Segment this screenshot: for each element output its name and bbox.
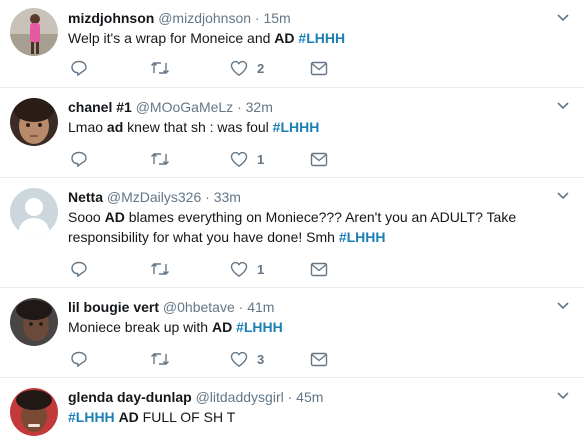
avatar[interactable] (10, 298, 58, 346)
direct-message-button[interactable] (310, 58, 328, 78)
like-button[interactable]: 3 (230, 349, 264, 369)
tweet[interactable]: chanel #1 @MOoGaMeLz · 32m Lmao ad knew … (0, 88, 584, 178)
display-name[interactable]: mizdjohnson (68, 10, 154, 26)
like-count: 2 (257, 60, 265, 76)
retweet-button[interactable] (150, 259, 170, 279)
display-name[interactable]: lil bougie vert (68, 299, 159, 315)
chevron-down-icon[interactable] (556, 298, 570, 312)
retweet-icon (151, 263, 169, 275)
user-handle[interactable]: @mizdjohnson (158, 10, 251, 26)
separator-dot: · (205, 189, 210, 205)
tweet[interactable]: Netta @MzDailys326 · 33m Sooo AD blames … (0, 178, 584, 288)
envelope-icon (310, 152, 328, 166)
user-handle[interactable]: @0hbetave (163, 299, 235, 315)
like-button[interactable]: 1 (230, 259, 264, 279)
reply-button[interactable] (70, 149, 88, 169)
envelope-icon (310, 262, 328, 276)
reply-button[interactable] (70, 58, 88, 78)
avatar[interactable] (10, 98, 58, 146)
tweet[interactable]: glenda day-dunlap @litdaddysgirl · 45m #… (0, 378, 584, 436)
separator-dot: · (287, 389, 293, 405)
reply-icon (71, 60, 87, 76)
timestamp[interactable]: 41m (247, 299, 274, 315)
tweet-text: #LHHH AD FULL OF SH T (68, 407, 558, 427)
timestamp[interactable]: 32m (246, 99, 273, 115)
text-segment: FULL OF SH T (138, 409, 236, 425)
reply-button[interactable] (70, 349, 88, 369)
timestamp[interactable]: 45m (296, 389, 323, 405)
avatar[interactable] (10, 8, 58, 56)
heart-icon (230, 60, 248, 76)
retweet-button[interactable] (150, 149, 170, 169)
mention-keyword: AD (274, 30, 295, 46)
chevron-down-icon[interactable] (556, 388, 570, 402)
display-name[interactable]: chanel #1 (68, 99, 132, 115)
envelope-icon (310, 352, 328, 366)
user-handle[interactable]: @litdaddysgirl (196, 389, 284, 405)
reply-icon (71, 151, 87, 167)
chevron-down-icon[interactable] (556, 188, 570, 202)
avatar[interactable] (10, 188, 58, 236)
tweet[interactable]: lil bougie vert @0hbetave · 41m Moniece … (0, 288, 584, 378)
tweet-text: Moniece break up with AD #LHHH (68, 317, 558, 337)
display-name[interactable]: glenda day-dunlap (68, 389, 192, 405)
mention-keyword: AD (118, 409, 139, 425)
reply-icon (71, 261, 87, 277)
text-segment: blames everything on Moniece??? Aren't y… (68, 209, 517, 245)
user-handle[interactable]: @MOoGaMeLz (136, 99, 233, 115)
text-segment: Welp it's a wrap for Moneice and (68, 30, 275, 46)
retweet-button[interactable] (150, 58, 170, 78)
envelope-icon (310, 61, 328, 75)
hashtag-link[interactable]: #LHHH (236, 319, 283, 335)
heart-icon (230, 351, 248, 367)
timestamp[interactable]: 15m (263, 10, 290, 26)
text-segment: Moniece break up with (68, 319, 212, 335)
like-count: 1 (257, 151, 265, 167)
chevron-down-icon[interactable] (556, 98, 570, 112)
retweet-button[interactable] (150, 349, 170, 369)
tweet[interactable]: mizdjohnson @mizdjohnson · 15m Welp it's… (0, 0, 584, 88)
direct-message-button[interactable] (310, 259, 328, 279)
tweet-text: Welp it's a wrap for Moneice and AD #LHH… (68, 28, 558, 48)
heart-icon (230, 261, 248, 277)
like-count: 1 (257, 261, 265, 277)
separator-dot: · (238, 299, 244, 315)
hashtag-link[interactable]: #LHHH (68, 409, 115, 425)
hashtag-link[interactable]: #LHHH (298, 30, 345, 46)
retweet-icon (151, 62, 169, 74)
like-button[interactable]: 2 (230, 58, 264, 78)
text-segment: Sooo (68, 209, 105, 225)
tweet-text: Sooo AD blames everything on Moniece??? … (68, 207, 558, 247)
display-name[interactable]: Netta (68, 189, 103, 205)
text-segment: knew that sh : was foul (123, 119, 273, 135)
like-button[interactable]: 1 (230, 149, 264, 169)
timestamp[interactable]: 33m (214, 189, 241, 205)
hashtag-link[interactable]: #LHHH (273, 119, 320, 135)
text-segment: Lmao (68, 119, 107, 135)
reply-icon (71, 351, 87, 367)
user-handle[interactable]: @MzDailys326 (107, 189, 201, 205)
retweet-icon (151, 353, 169, 365)
tweet-text: Lmao ad knew that sh : was foul #LHHH (68, 117, 558, 137)
avatar[interactable] (10, 388, 58, 436)
hashtag-link[interactable]: #LHHH (339, 229, 386, 245)
separator-dot: · (237, 99, 242, 115)
like-count: 3 (257, 351, 265, 367)
chevron-down-icon[interactable] (556, 10, 570, 24)
direct-message-button[interactable] (310, 349, 328, 369)
mention-keyword: AD (104, 209, 125, 225)
direct-message-button[interactable] (310, 149, 328, 169)
retweet-icon (151, 153, 169, 165)
separator-dot: · (254, 10, 260, 26)
mention-keyword: ad (106, 119, 124, 135)
reply-button[interactable] (70, 259, 88, 279)
mention-keyword: AD (211, 319, 233, 335)
heart-icon (230, 151, 248, 167)
